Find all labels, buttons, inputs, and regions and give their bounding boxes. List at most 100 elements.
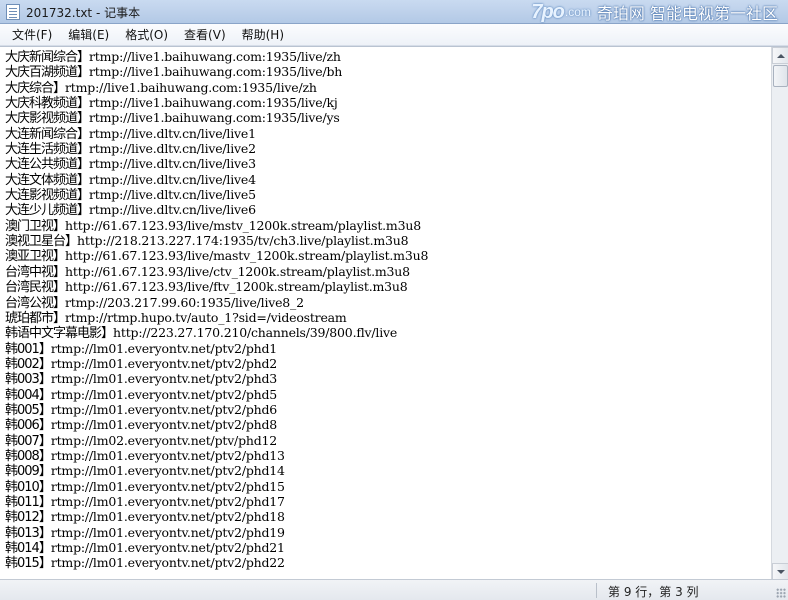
text-line: 韩011】rtmp://lm01.everyontv.net/ptv2/phd1… <box>5 493 769 510</box>
channel-name: 韩004】 <box>5 387 52 403</box>
stream-url: rtmp://live.dltv.cn/live/live5 <box>89 187 256 203</box>
stream-url: rtmp://lm01.everyontv.net/ptv2/phd17 <box>50 493 285 509</box>
channel-name: 韩012】 <box>5 510 52 526</box>
text-line: 澳亚卫视】http://61.67.123.93/live/mastv_1200… <box>5 248 769 264</box>
stream-url: http://61.67.123.93/live/ctv_1200k.strea… <box>65 263 410 279</box>
channel-name: 韩语中文字幕电影】 <box>5 326 114 342</box>
scroll-down-icon[interactable] <box>772 563 788 579</box>
stream-url: rtmp://live1.baihuwang.com:1935/live/zh <box>89 49 341 64</box>
channel-name: 韩011】 <box>5 494 52 510</box>
text-line: 韩015】rtmp://lm01.everyontv.net/ptv2/phd2… <box>5 555 769 571</box>
channel-name: 韩006】 <box>5 418 52 434</box>
stream-url: rtmp://live1.baihuwang.com:1935/live/zh <box>65 79 317 95</box>
channel-name: 澳门卫视】 <box>5 218 66 234</box>
stream-url: rtmp://lm01.everyontv.net/ptv2/phd13 <box>50 447 285 463</box>
stream-url: rtmp://rtmp.hupo.tv/auto_1?sid=/videostr… <box>65 309 347 325</box>
resize-grip-icon[interactable] <box>776 588 786 598</box>
text-line: 韩001】rtmp://lm01.everyontv.net/ptv2/phd1 <box>5 340 769 357</box>
channel-name: 台湾公视】 <box>5 295 66 311</box>
stream-url: rtmp://lm01.everyontv.net/ptv2/phd21 <box>50 540 285 555</box>
text-line: 大连公共频道】rtmp://live.dltv.cn/live/live3 <box>5 156 769 173</box>
stream-url: rtmp://live1.baihuwang.com:1935/live/ys <box>89 110 340 126</box>
channel-name: 韩010】 <box>5 479 52 495</box>
text-line: 台湾中视】http://61.67.123.93/live/ctv_1200k.… <box>5 263 769 280</box>
stream-url: rtmp://live.dltv.cn/live/live1 <box>89 125 256 141</box>
text-line: 韩006】rtmp://lm01.everyontv.net/ptv2/phd8 <box>5 417 769 434</box>
text-line: 大庆影视频道】rtmp://live1.baihuwang.com:1935/l… <box>5 110 769 127</box>
stream-url: rtmp://live.dltv.cn/live/live4 <box>89 171 256 187</box>
menu-edit[interactable]: 编辑(E) <box>60 26 117 43</box>
channel-name: 韩013】 <box>5 525 52 541</box>
window-title: 201732.txt - 记事本 <box>26 6 141 20</box>
text-line: 韩007】rtmp://lm02.everyontv.net/ptv/phd12 <box>5 433 769 449</box>
stream-url: http://61.67.123.93/live/mstv_1200k.stre… <box>65 217 421 233</box>
status-divider <box>596 583 597 598</box>
menu-view[interactable]: 查看(V) <box>176 26 234 43</box>
text-line: 韩014】rtmp://lm01.everyontv.net/ptv2/phd2… <box>5 540 769 556</box>
text-line: 韩008】rtmp://lm01.everyontv.net/ptv2/phd1… <box>5 447 769 464</box>
menu-file[interactable]: 文件(F) <box>4 26 60 43</box>
title-bar: 201732.txt - 记事本 7po .com 奇珀网 智能电视第一社区 <box>0 0 788 24</box>
notepad-icon <box>6 4 20 20</box>
text-line: 大庆综合】rtmp://live1.baihuwang.com:1935/liv… <box>5 79 769 96</box>
text-line: 韩002】rtmp://lm01.everyontv.net/ptv2/phd2 <box>5 355 769 372</box>
channel-name: 大庆影视频道】 <box>5 111 90 127</box>
text-line: 大连文体频道】rtmp://live.dltv.cn/live/live4 <box>5 171 769 188</box>
stream-url: rtmp://lm01.everyontv.net/ptv2/phd19 <box>50 524 285 540</box>
brand-tagline: 奇珀网 智能电视第一社区 <box>596 4 778 23</box>
stream-url: rtmp://lm01.everyontv.net/ptv2/phd22 <box>50 555 285 571</box>
text-content[interactable]: 大庆新闻综合】rtmp://live1.baihuwang.com:1935/l… <box>5 49 769 578</box>
text-line: 韩语中文字幕电影】http://223.27.170.210/channels/… <box>5 325 769 342</box>
text-line: 大连新闻综合】rtmp://live.dltv.cn/live/live1 <box>5 125 769 142</box>
channel-name: 台湾民视】 <box>5 280 66 296</box>
channel-name: 大连公共频道】 <box>5 157 90 173</box>
text-line: 韩003】rtmp://lm01.everyontv.net/ptv2/phd3 <box>5 371 769 388</box>
channel-name: 大连文体频道】 <box>5 172 90 188</box>
text-line: 韩012】rtmp://lm01.everyontv.net/ptv2/phd1… <box>5 509 769 526</box>
brand-domain: .com <box>564 5 591 19</box>
stream-url: rtmp://lm01.everyontv.net/ptv2/phd2 <box>50 355 278 371</box>
channel-name: 琥珀都市】 <box>5 310 66 326</box>
text-line: 韩004】rtmp://lm01.everyontv.net/ptv2/phd5 <box>5 386 769 403</box>
channel-name: 大庆百湖频道】 <box>5 65 90 81</box>
stream-url: rtmp://lm01.everyontv.net/ptv2/phd8 <box>50 417 278 433</box>
text-line: 澳视卫星台】http://218.213.227.174:1935/tv/ch3… <box>5 233 769 249</box>
text-line: 韩013】rtmp://lm01.everyontv.net/ptv2/phd1… <box>5 524 769 541</box>
channel-name: 韩007】 <box>5 433 52 449</box>
vertical-scrollbar[interactable] <box>771 47 788 579</box>
stream-url: rtmp://live.dltv.cn/live/live3 <box>89 156 256 172</box>
watermark-brand: 7po .com 奇珀网 智能电视第一社区 <box>531 0 778 24</box>
stream-url: rtmp://lm01.everyontv.net/ptv2/phd3 <box>50 371 278 387</box>
channel-name: 大连少儿频道】 <box>5 203 90 219</box>
stream-url: rtmp://lm01.everyontv.net/ptv2/phd14 <box>50 463 285 479</box>
channel-name: 韩003】 <box>5 372 52 388</box>
cursor-position: 第 9 行，第 3 列 <box>608 585 699 599</box>
stream-url: rtmp://lm01.everyontv.net/ptv2/phd6 <box>50 401 278 417</box>
text-line: 韩009】rtmp://lm01.everyontv.net/ptv2/phd1… <box>5 463 769 479</box>
stream-url: rtmp://lm01.everyontv.net/ptv2/phd1 <box>50 340 278 356</box>
menu-bar: 文件(F) 编辑(E) 格式(O) 查看(V) 帮助(H) <box>0 24 788 46</box>
menu-format[interactable]: 格式(O) <box>117 26 176 43</box>
stream-url: http://61.67.123.93/live/ftv_1200k.strea… <box>65 279 408 295</box>
text-line: 大庆新闻综合】rtmp://live1.baihuwang.com:1935/l… <box>5 49 769 65</box>
scroll-up-icon[interactable] <box>772 47 788 64</box>
text-line: 台湾公视】rtmp://203.217.99.60:1935/live/live… <box>5 294 769 311</box>
channel-name: 韩001】 <box>5 341 52 357</box>
channel-name: 大庆科教频道】 <box>5 96 90 112</box>
channel-name: 韩002】 <box>5 356 52 372</box>
channel-name: 大连影视频道】 <box>5 188 90 204</box>
stream-url: rtmp://203.217.99.60:1935/live/live8_2 <box>65 294 304 310</box>
stream-url: rtmp://live1.baihuwang.com:1935/live/kj <box>89 95 338 111</box>
text-line: 澳门卫视】http://61.67.123.93/live/mstv_1200k… <box>5 217 769 234</box>
text-line: 琥珀都市】rtmp://rtmp.hupo.tv/auto_1?sid=/vid… <box>5 309 769 326</box>
menu-help[interactable]: 帮助(H) <box>234 26 292 43</box>
text-line: 韩005】rtmp://lm01.everyontv.net/ptv2/phd6 <box>5 401 769 418</box>
stream-url: rtmp://lm01.everyontv.net/ptv2/phd5 <box>50 386 278 402</box>
text-editor[interactable]: 大庆新闻综合】rtmp://live1.baihuwang.com:1935/l… <box>0 46 788 579</box>
text-line: 大连影视频道】rtmp://live.dltv.cn/live/live5 <box>5 187 769 204</box>
stream-url: rtmp://live.dltv.cn/live/live2 <box>89 141 256 157</box>
scroll-thumb[interactable] <box>773 65 788 87</box>
channel-name: 韩014】 <box>5 541 52 556</box>
channel-name: 大庆新闻综合】 <box>5 50 90 65</box>
stream-url: rtmp://lm01.everyontv.net/ptv2/phd15 <box>50 478 285 494</box>
